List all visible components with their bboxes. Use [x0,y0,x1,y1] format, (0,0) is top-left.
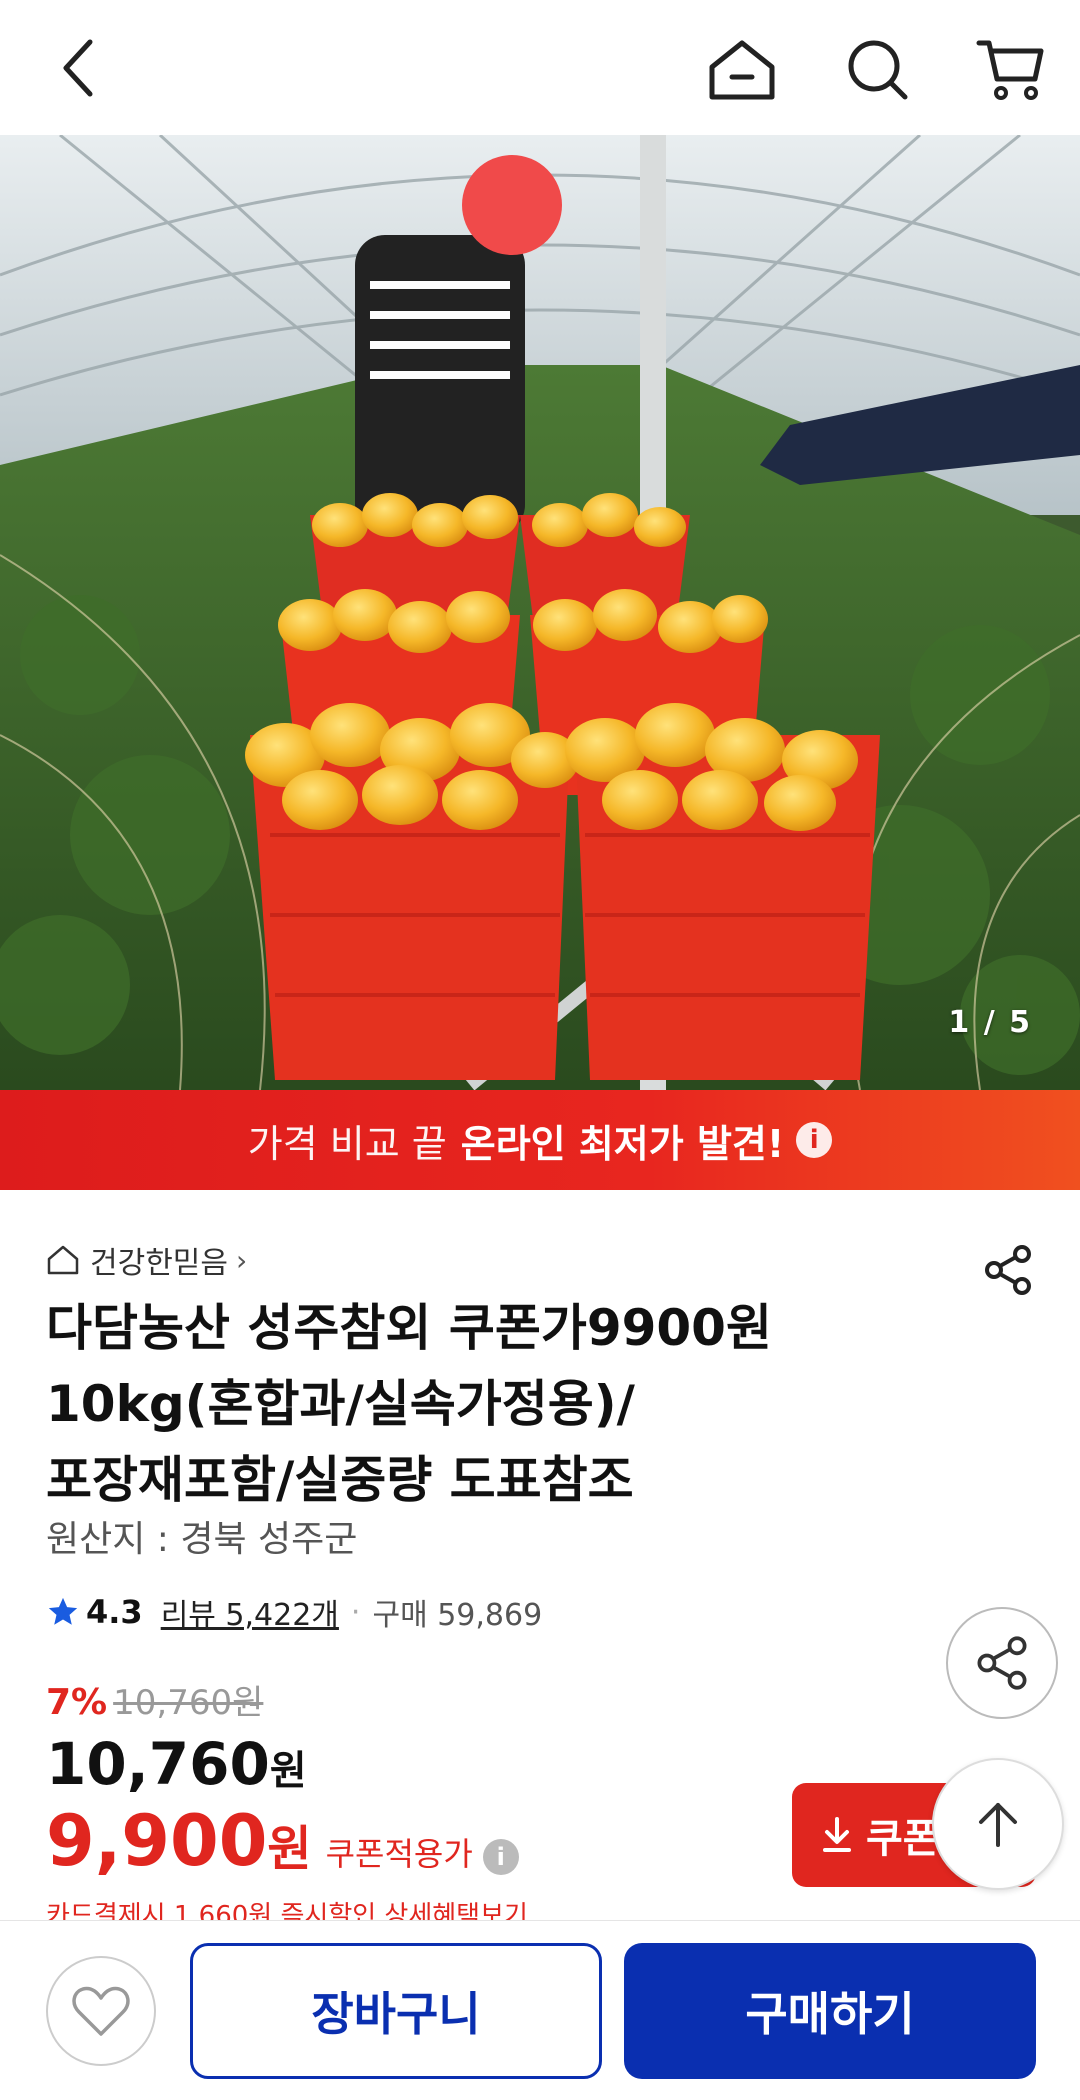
cart-button[interactable] [968,28,1052,112]
purchase-count: 구매 59,869 [372,1598,543,1633]
sale-price-unit: 원 [269,1748,307,1794]
share-icon [977,1636,1027,1690]
add-to-cart-button[interactable]: 장바구니 [190,1943,602,2079]
banner-strong-text: 온라인 최저가 발견! [460,1121,785,1166]
card-benefit-text[interactable]: 카드결제시 1,660원 즉시할인 상세혜택보기 [46,1895,566,1921]
origin-text: 원산지 : 경북 성주군 [46,1519,358,1560]
product-title: 다담농산 성주참외 쿠폰가9900원 10kg(혼합과/실속가정용)/ 포장재포… [46,1290,906,1518]
banner-light-text: 가격 비교 끝 [247,1121,447,1166]
chevron-left-icon [63,39,93,97]
share-button[interactable] [976,1238,1040,1302]
search-icon [848,40,908,100]
title-line: 다담농산 성주참외 쿠폰가9900원 [46,1299,772,1357]
store-link[interactable]: 건강한믿음 › [46,1238,247,1282]
product-image-carousel[interactable]: 1 / 5 [0,135,1080,1090]
store-home-icon [46,1244,80,1276]
separator-dot: · [350,1594,361,1630]
product-photo [0,135,1080,1090]
buy-now-button[interactable]: 구매하기 [624,1943,1036,2079]
rating-score: 4.3 [86,1593,143,1631]
arrow-up-icon [979,1803,1017,1847]
wishlist-button[interactable] [46,1956,156,2066]
top-nav [0,0,1080,135]
discount-percent: 7% [46,1682,108,1723]
share-icon [985,1245,1031,1295]
home-button[interactable] [700,28,784,112]
gallery-pager: 1 / 5 [948,1005,1032,1040]
chevron-right-icon: › [236,1243,248,1277]
title-line: 10kg(혼합과/실속가정용)/ [46,1375,635,1433]
search-button[interactable] [836,28,920,112]
cart-icon [976,40,1044,100]
coupon-price-value: 9,900 [46,1800,268,1882]
discount-row: 7% 10,760원 [46,1675,263,1724]
home-icon [709,40,775,100]
rating-row: 4.3 리뷰 5,422개 · 구매 59,869 [46,1590,542,1634]
store-name: 건강한믿음 [90,1246,228,1281]
lowest-price-banner[interactable]: 가격 비교 끝 온라인 최저가 발견! i [0,1090,1080,1190]
coupon-info-icon[interactable]: i [482,1839,519,1875]
floating-share-button[interactable] [946,1607,1058,1719]
info-icon[interactable]: i [796,1122,833,1158]
star-icon [46,1595,80,1629]
back-button[interactable] [40,30,116,106]
bottom-action-bar: 장바구니 구매하기 [0,1920,1080,2100]
coupon-price-label: 쿠폰적용가 [325,1835,473,1873]
heart-icon [72,1986,130,2036]
original-price: 10,760원 [113,1683,264,1723]
scroll-top-button[interactable] [932,1758,1064,1890]
review-count-link[interactable]: 리뷰 5,422개 [161,1590,339,1634]
title-line: 포장재포함/실중량 도표참조 [46,1451,634,1509]
sale-price: 10,760원 [46,1730,307,1798]
coupon-price-unit: 원 [267,1821,312,1877]
coupon-price-row: 9,900 원 쿠폰적용가 i [46,1800,519,1882]
download-icon [820,1815,854,1855]
sale-price-value: 10,760 [46,1730,270,1798]
